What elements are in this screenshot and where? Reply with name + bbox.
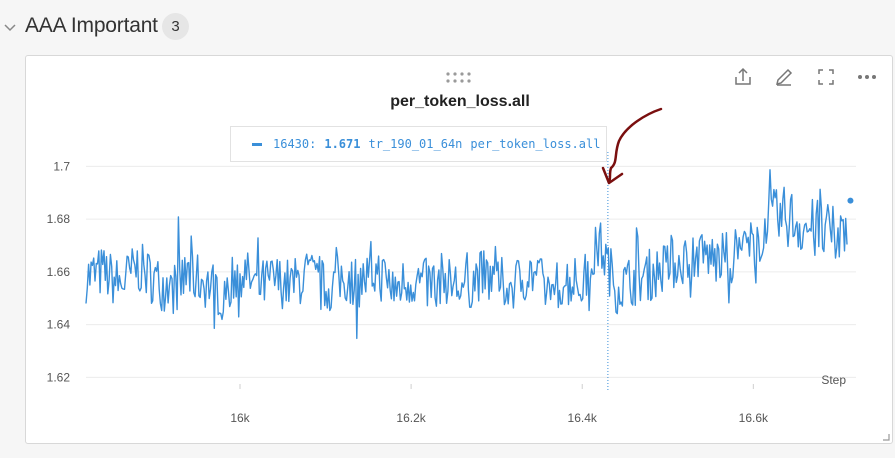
x-tick-label: 16.6k <box>739 411 769 425</box>
line-chart[interactable]: 1.62 1.64 1.66 1.68 1.7 16k 16.2k 16.4k 16.6k Ste… <box>26 56 894 445</box>
x-tick-label: 16k <box>230 411 250 425</box>
resize-handle-icon[interactable] <box>882 433 890 441</box>
tooltip-run-name: tr_190_01_64n <box>368 137 463 151</box>
tooltip-step: 16430: <box>273 137 317 151</box>
tooltip-metric-name: per_token_loss.all <box>470 137 601 151</box>
y-tick-label: 1.66 <box>47 265 71 279</box>
y-tick-label: 1.62 <box>47 370 71 384</box>
hover-tooltip: 16430: 1.671 tr_190_01_64n per_token_los… <box>230 126 607 162</box>
y-tick-label: 1.68 <box>47 212 71 226</box>
section-title: AAA Important <box>25 14 158 37</box>
series-line <box>85 169 848 340</box>
series-swatch <box>252 142 262 146</box>
x-tick-label: 16.2k <box>396 411 426 425</box>
last-point-marker <box>847 197 854 204</box>
chart-panel: per_token_loss.all 1.62 1.64 1.66 1.68 1.7 16… <box>25 55 893 444</box>
tooltip-value: 1.671 <box>324 137 361 151</box>
y-tick-label: 1.7 <box>53 159 70 173</box>
panel-count-badge: 3 <box>162 13 189 40</box>
chevron-down-icon[interactable] <box>3 21 17 35</box>
x-tick-label: 16.4k <box>568 411 598 425</box>
section-header[interactable]: AAA Important 3 <box>0 11 895 41</box>
annotation-arrow <box>607 107 663 184</box>
y-tick-label: 1.64 <box>47 318 71 332</box>
annotation-arrowhead <box>601 166 624 185</box>
x-axis-label: Step <box>821 373 846 387</box>
